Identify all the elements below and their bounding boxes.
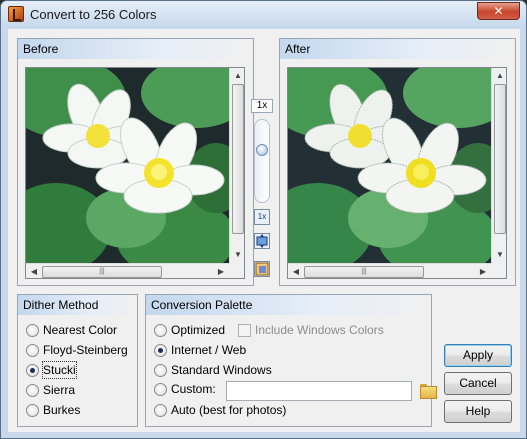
dither-method-title: Dither Method: [18, 295, 137, 315]
checkbox-label: Include Windows Colors: [255, 323, 384, 337]
apply-button[interactable]: Apply: [444, 344, 512, 367]
title-bar[interactable]: Convert to 256 Colors ✕: [1, 1, 526, 28]
dialog-window: Convert to 256 Colors ✕ Before ▲ ▼ ◀ |||…: [0, 0, 527, 439]
scroll-left-arrow-icon[interactable]: ◀: [288, 264, 304, 278]
scroll-corner: [229, 263, 244, 278]
zoom-reset-button[interactable]: 1x: [254, 209, 270, 225]
after-horizontal-scrollbar[interactable]: ◀ ||| ▶: [288, 263, 491, 278]
scroll-right-arrow-icon[interactable]: ▶: [475, 264, 491, 278]
dialog-body: Before ▲ ▼ ◀ ||| ▶ 1x 1x After ▲ ▼ ◀ |||…: [8, 29, 520, 432]
radio-label: Nearest Color: [43, 323, 118, 337]
scroll-down-arrow-icon[interactable]: ▼: [230, 247, 244, 263]
compare-view-icon[interactable]: [254, 261, 270, 277]
after-image: [288, 68, 491, 263]
app-icon: [8, 6, 24, 22]
radio-button[interactable]: [26, 384, 39, 397]
radio-button[interactable]: [154, 404, 167, 417]
before-vertical-thumb[interactable]: [232, 84, 244, 234]
cancel-button[interactable]: Cancel: [444, 372, 512, 395]
after-panel-title: After: [280, 39, 515, 59]
after-panel: After ▲ ▼ ◀ ||| ▶: [279, 38, 516, 286]
radio-button[interactable]: [26, 404, 39, 417]
conversion-palette-group: Conversion Palette Optimized Include Win…: [145, 294, 437, 427]
scroll-left-arrow-icon[interactable]: ◀: [26, 264, 42, 278]
fit-to-window-icon[interactable]: [254, 233, 270, 249]
scroll-up-arrow-icon[interactable]: ▲: [492, 68, 506, 84]
zoom-level-label: 1x: [251, 99, 273, 113]
palette-option-custom[interactable]: Custom:: [154, 381, 438, 401]
scroll-right-arrow-icon[interactable]: ▶: [213, 264, 229, 278]
radio-button-selected[interactable]: [154, 344, 167, 357]
after-vertical-scrollbar[interactable]: ▲ ▼: [491, 68, 506, 263]
radio-label: Stucki: [42, 361, 77, 379]
before-panel-title: Before: [18, 39, 253, 59]
close-button[interactable]: ✕: [477, 2, 520, 20]
after-vertical-thumb[interactable]: [494, 84, 506, 234]
zoom-slider-knob[interactable]: [256, 144, 268, 156]
folder-icon[interactable]: [420, 384, 437, 399]
radio-label: Burkes: [43, 403, 81, 417]
before-vertical-scrollbar[interactable]: ▲ ▼: [229, 68, 244, 263]
help-button[interactable]: Help: [444, 400, 512, 423]
radio-button[interactable]: [154, 324, 167, 337]
dither-method-group: Dither Method Nearest Color Floyd-Steinb…: [17, 294, 138, 427]
before-image: [26, 68, 229, 263]
window-title: Convert to 256 Colors: [30, 7, 157, 22]
after-image-viewer[interactable]: ▲ ▼ ◀ ||| ▶: [287, 67, 507, 279]
radio-label: Floyd-Steinberg: [43, 343, 128, 357]
checkbox[interactable]: [238, 324, 251, 337]
conversion-palette-title: Conversion Palette: [146, 295, 431, 315]
radio-label: Internet / Web: [171, 343, 247, 357]
scroll-down-arrow-icon[interactable]: ▼: [492, 247, 506, 263]
scroll-up-arrow-icon[interactable]: ▲: [230, 68, 244, 84]
zoom-controls: 1x 1x: [251, 99, 273, 289]
radio-label: Auto (best for photos): [171, 403, 287, 417]
before-panel: Before ▲ ▼ ◀ ||| ▶: [17, 38, 254, 286]
radio-button[interactable]: [26, 344, 39, 357]
before-horizontal-scrollbar[interactable]: ◀ ||| ▶: [26, 263, 229, 278]
radio-button[interactable]: [26, 324, 39, 337]
radio-label: Custom:: [171, 382, 216, 396]
before-image-viewer[interactable]: ▲ ▼ ◀ ||| ▶: [25, 67, 245, 279]
before-horizontal-thumb[interactable]: |||: [42, 266, 162, 278]
radio-label: Optimized: [171, 323, 226, 337]
radio-button-selected[interactable]: [26, 364, 39, 377]
radio-button[interactable]: [154, 383, 167, 396]
custom-palette-field[interactable]: [226, 381, 412, 401]
radio-label: Standard Windows: [171, 363, 272, 377]
zoom-slider[interactable]: [254, 119, 270, 203]
radio-button[interactable]: [154, 364, 167, 377]
scroll-corner: [491, 263, 506, 278]
after-horizontal-thumb[interactable]: |||: [304, 266, 424, 278]
radio-label: Sierra: [43, 383, 76, 397]
